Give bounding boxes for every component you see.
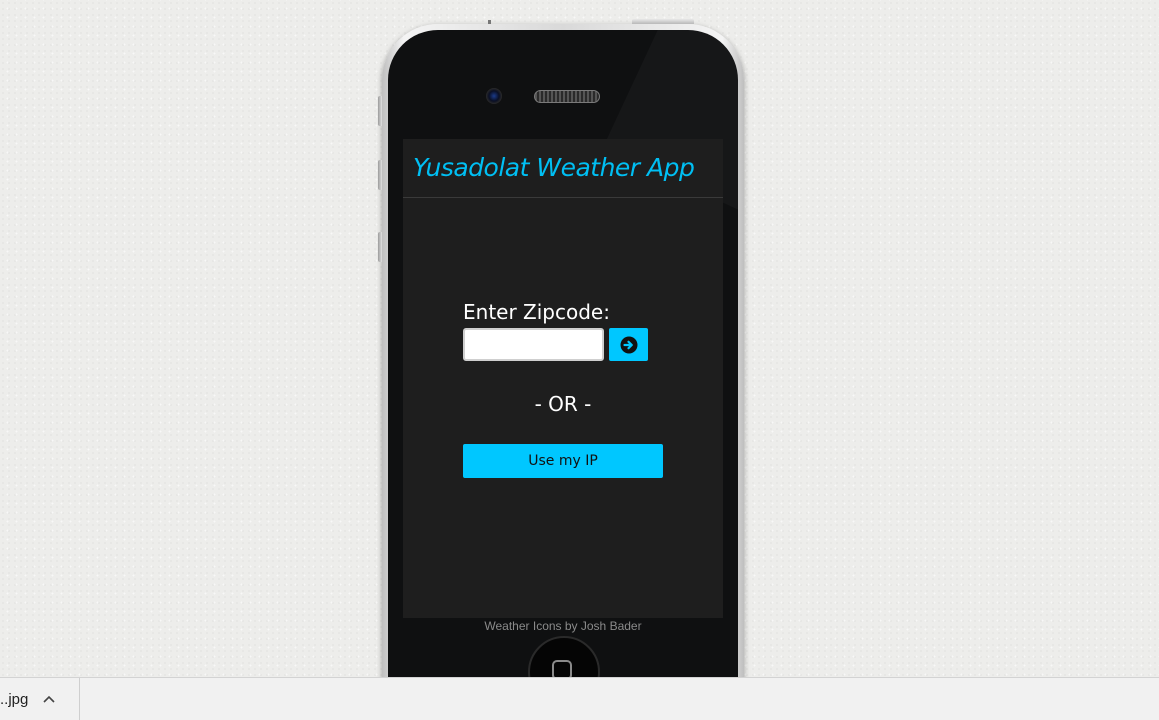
- power-button: [632, 19, 694, 24]
- app-header: Yusadolat Weather App: [403, 139, 723, 198]
- location-form: Enter Zipcode: - OR - Use my IP: [463, 299, 663, 478]
- use-my-ip-button[interactable]: Use my IP: [463, 444, 663, 478]
- volume-up-button: [378, 160, 382, 190]
- chevron-up-icon[interactable]: [42, 692, 56, 706]
- download-file-name: ..jpg: [0, 690, 29, 708]
- submit-zipcode-button[interactable]: [609, 328, 648, 361]
- earpiece-speaker: [534, 90, 600, 103]
- download-item[interactable]: ..jpg: [0, 678, 80, 720]
- zipcode-label: Enter Zipcode:: [463, 300, 610, 324]
- zipcode-input[interactable]: [463, 328, 604, 361]
- zipcode-row: [463, 328, 663, 361]
- app-screen: Yusadolat Weather App Enter Zipcode: - O…: [403, 139, 723, 618]
- volume-down-button: [378, 232, 382, 262]
- icons-credit: Weather Icons by Josh Bader: [484, 619, 642, 633]
- home-button: [528, 636, 600, 677]
- phone-notch-mark: [488, 20, 491, 24]
- mute-switch: [378, 96, 382, 126]
- home-square-icon: [552, 660, 572, 677]
- app-title: Yusadolat Weather App: [413, 153, 695, 182]
- arrow-right-circle-icon: [620, 336, 637, 353]
- front-camera-icon: [486, 88, 502, 104]
- download-bar: ..jpg: [0, 677, 1159, 720]
- page-background: Weather Icons by Josh Bader Yusadolat We…: [0, 0, 1159, 677]
- or-separator: - OR -: [534, 392, 592, 416]
